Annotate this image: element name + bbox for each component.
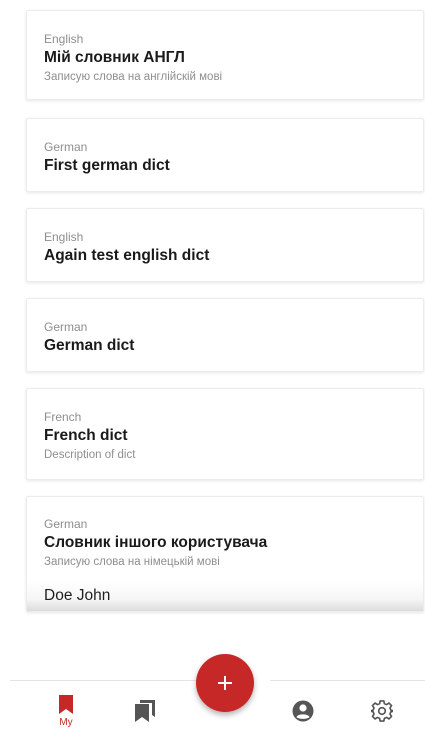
dictionary-language: French bbox=[44, 410, 82, 424]
dictionary-card[interactable]: German First german dict bbox=[26, 118, 424, 192]
dictionary-description: Записую слова на німецькій мові bbox=[44, 556, 220, 568]
account-icon bbox=[292, 700, 314, 722]
dictionary-language: German bbox=[44, 140, 88, 154]
dictionary-title: French dict bbox=[44, 427, 128, 444]
owner-strip: Doe John bbox=[27, 581, 423, 611]
nav-item-my[interactable]: My bbox=[41, 681, 91, 733]
dictionary-description: Description of dict bbox=[44, 449, 136, 461]
dictionary-description: Записую слова на англійскій мові bbox=[44, 71, 223, 83]
dictionary-card[interactable]: German German dict bbox=[26, 298, 424, 372]
dictionary-language: German bbox=[44, 320, 88, 334]
dictionary-card[interactable]: English Мій словник АНГЛ Записую слова н… bbox=[26, 10, 424, 100]
dictionary-card[interactable]: German Словник іншого користувача Запису… bbox=[26, 496, 424, 612]
nav-item-settings[interactable] bbox=[357, 681, 407, 733]
bookmarks-icon bbox=[135, 700, 155, 722]
dictionary-card[interactable]: French French dict Description of dict bbox=[26, 388, 424, 480]
nav-item-bookmarks[interactable] bbox=[120, 681, 170, 733]
dictionary-language: English bbox=[44, 32, 84, 46]
dictionary-language: German bbox=[44, 517, 88, 531]
dictionary-title: Мій словник АНГЛ bbox=[44, 49, 185, 66]
dictionary-title: Again test english dict bbox=[44, 247, 210, 264]
dictionary-title: Словник іншого користувача bbox=[44, 534, 268, 551]
bookmark-icon bbox=[59, 695, 73, 714]
dictionary-owner: Doe John bbox=[44, 587, 111, 604]
dictionary-card[interactable]: English Again test english dict bbox=[26, 208, 424, 282]
dictionary-title: German dict bbox=[44, 337, 135, 354]
dictionary-language: English bbox=[44, 230, 84, 244]
plus-icon bbox=[218, 676, 232, 690]
add-dictionary-button[interactable] bbox=[196, 654, 254, 712]
settings-icon bbox=[371, 700, 393, 722]
nav-label-my: My bbox=[59, 717, 73, 728]
nav-item-account[interactable] bbox=[278, 681, 328, 733]
dictionary-title: First german dict bbox=[44, 157, 170, 174]
